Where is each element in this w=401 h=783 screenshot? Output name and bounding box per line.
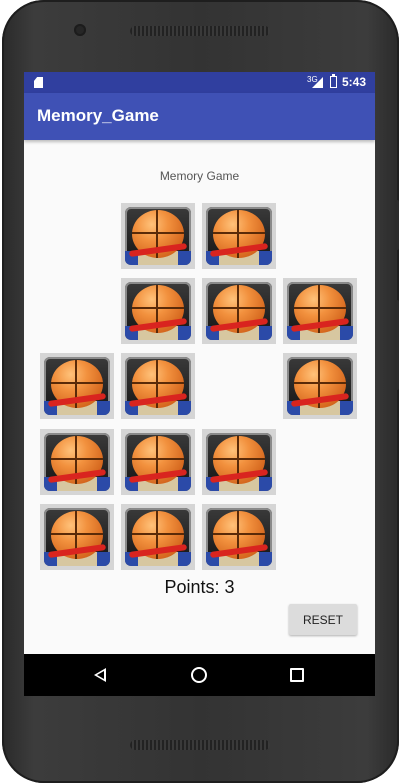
power-button bbox=[395, 200, 399, 250]
basketball-card-icon bbox=[125, 508, 191, 566]
battery-icon bbox=[330, 74, 337, 88]
app-bar: Memory_Game bbox=[24, 93, 375, 140]
memory-card[interactable] bbox=[202, 203, 276, 269]
top-speaker bbox=[130, 26, 270, 36]
screen: 3G 5:43 Memory_Game Memory Game Points: … bbox=[24, 72, 375, 696]
front-camera-icon bbox=[74, 24, 86, 36]
basketball-card-icon bbox=[287, 282, 353, 340]
memory-card[interactable] bbox=[202, 504, 276, 570]
memory-card[interactable] bbox=[40, 504, 114, 570]
memory-card[interactable] bbox=[202, 278, 276, 344]
app-title: Memory_Game bbox=[37, 106, 159, 125]
memory-card[interactable] bbox=[121, 353, 195, 419]
sd-card-icon bbox=[34, 77, 43, 88]
memory-card[interactable] bbox=[121, 278, 195, 344]
basketball-card-icon bbox=[125, 207, 191, 265]
basketball-card-icon bbox=[206, 207, 272, 265]
basketball-card-icon bbox=[44, 357, 110, 415]
game-label: Memory Game bbox=[159, 169, 240, 183]
memory-card[interactable] bbox=[283, 278, 357, 344]
memory-card[interactable] bbox=[202, 429, 276, 495]
volume-button bbox=[395, 300, 399, 390]
basketball-card-icon bbox=[44, 508, 110, 566]
basketball-card-icon bbox=[125, 357, 191, 415]
memory-card[interactable] bbox=[40, 429, 114, 495]
memory-card[interactable] bbox=[121, 203, 195, 269]
memory-card[interactable] bbox=[40, 353, 114, 419]
phone-frame: 3G 5:43 Memory_Game Memory Game Points: … bbox=[2, 0, 399, 783]
basketball-card-icon bbox=[206, 508, 272, 566]
recent-apps-icon[interactable] bbox=[290, 668, 304, 682]
memory-card[interactable] bbox=[121, 429, 195, 495]
basketball-card-icon bbox=[206, 282, 272, 340]
memory-card[interactable] bbox=[283, 353, 357, 419]
basketball-card-icon bbox=[125, 433, 191, 491]
memory-card[interactable] bbox=[121, 504, 195, 570]
navigation-bar bbox=[24, 654, 375, 696]
basketball-card-icon bbox=[206, 433, 272, 491]
basketball-card-icon bbox=[287, 357, 353, 415]
basketball-card-icon bbox=[44, 433, 110, 491]
status-bar: 3G 5:43 bbox=[24, 72, 375, 93]
points-label: Points: 3 bbox=[164, 577, 235, 597]
network-type: 3G bbox=[307, 75, 318, 84]
home-icon[interactable] bbox=[191, 667, 207, 683]
clock: 5:43 bbox=[342, 75, 367, 89]
reset-button[interactable]: RESET bbox=[289, 604, 357, 635]
back-icon[interactable] bbox=[94, 668, 106, 682]
basketball-card-icon bbox=[125, 282, 191, 340]
bottom-speaker bbox=[130, 740, 270, 750]
